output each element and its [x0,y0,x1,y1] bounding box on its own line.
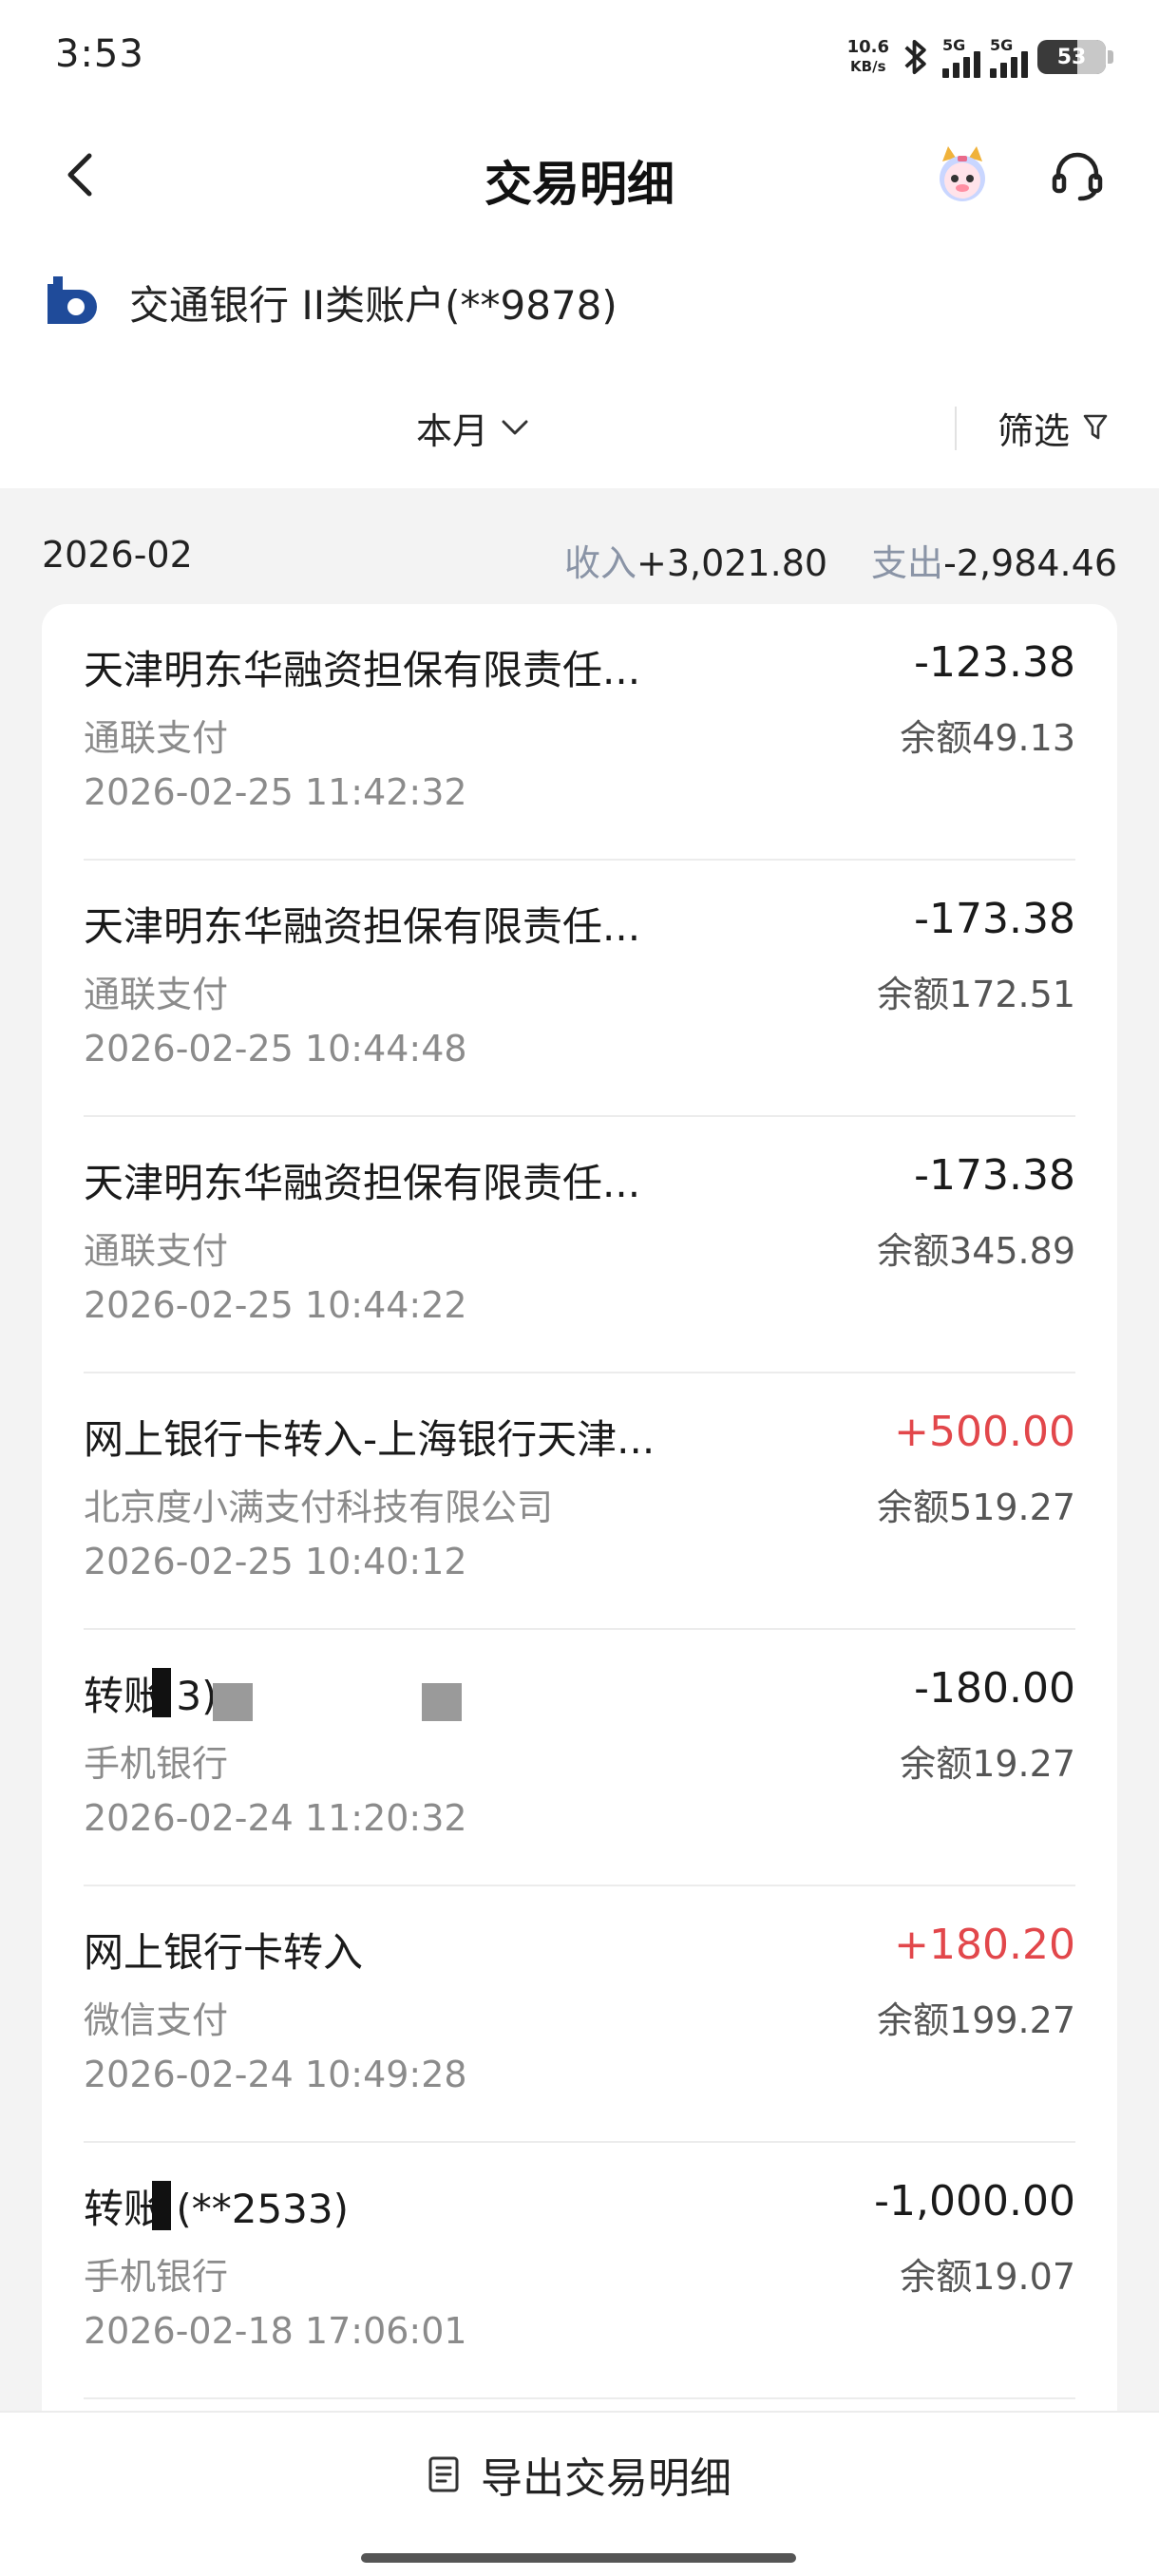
transaction-time: 2026-02-25 11:42:32 [84,771,467,813]
transaction-balance: 余额49.13 [900,717,1075,759]
status-icons: 10.6 KB/s 5G 5G 53 [847,28,1113,85]
income-total: 收入+3,021.80 [564,534,827,586]
transaction-balance: 余额519.27 [877,1487,1075,1528]
bottom-bar: 导出交易明细 [0,2411,1159,2576]
app-header: 交易明细 [0,114,1159,237]
transaction-row[interactable]: 转账 (**2533) -1,000.00 手机银行 余额19.07 2026-… [84,2143,1075,2399]
transaction-amount: +180.20 [894,1921,1075,1969]
transaction-time: 2026-02-25 10:40:12 [84,1541,467,1582]
cellular-signal-2: 5G [990,36,1028,78]
battery-level: 53 [1056,45,1087,69]
month-summary: 2026-02 收入+3,021.80 支出-2,984.46 [0,521,1159,591]
transaction-title: 网上银行卡转入-上海银行天津... [84,1416,656,1463]
headset-icon [1052,152,1103,201]
network-speed-unit: KB/s [850,58,886,75]
transaction-amount: -173.38 [914,1151,1075,1200]
signal-2-label: 5G [990,36,1014,54]
transaction-time: 2026-02-24 11:20:32 [84,1797,467,1839]
income-value: +3,021.80 [636,542,828,584]
transaction-channel: 北京度小满支付科技有限公司 [84,1487,554,1528]
network-speed-value: 10.6 [846,37,889,57]
transaction-balance: 余额19.27 [900,1743,1075,1785]
transaction-channel: 通联支付 [84,974,229,1015]
transaction-balance: 余额172.51 [877,974,1075,1015]
transaction-balance: 余额19.07 [900,2256,1075,2298]
transaction-row[interactable]: 网上银行卡转入-上海银行天津... +500.00 北京度小满支付科技有限公司 … [84,1373,1075,1630]
transaction-title: 网上银行卡转入 [84,1929,364,1976]
transaction-amount: -173.38 [914,895,1075,943]
transaction-channel: 手机银行 [84,2256,229,2298]
chevron-down-icon [502,420,528,435]
transaction-title: 天津明东华融资担保有限责任... [84,1160,641,1206]
cellular-signal-1: 5G [942,36,980,78]
transaction-amount: -1,000.00 [874,2177,1075,2226]
transaction-time: 2026-02-24 10:49:28 [84,2054,467,2095]
status-time: 3:53 [55,32,144,76]
transaction-row[interactable]: 转账 3) -180.00 手机银行 余额19.27 2026-02-24 11… [84,1630,1075,1886]
transaction-amount: +500.00 [894,1408,1075,1456]
expense-value: -2,984.46 [943,542,1117,584]
battery-icon: 53 [1037,40,1113,74]
transaction-amount: -180.00 [914,1664,1075,1713]
network-speed: 10.6 KB/s [847,38,889,76]
transaction-title: 转账 (**2533) [84,2186,350,2232]
funnel-icon [1083,414,1108,440]
redaction-mark [422,1683,462,1721]
account-row[interactable]: 交通银行 II类账户(**9878) [38,268,618,336]
transaction-title: 转账 3) [84,1673,218,1719]
bluetooth-icon [904,39,926,75]
mascot-icon[interactable] [929,141,996,207]
transaction-title: 天津明东华融资担保有限责任... [84,903,641,950]
transaction-channel: 手机银行 [84,1743,229,1785]
document-icon [428,2456,459,2492]
transaction-time: 2026-02-18 17:06:01 [84,2310,467,2352]
transaction-balance: 余额199.27 [877,1999,1075,2041]
transaction-amount: -123.38 [914,638,1075,687]
export-button[interactable]: 导出交易明细 [0,2441,1159,2508]
bank-logo-icon [48,276,97,324]
transaction-row[interactable]: 天津明东华融资担保有限责任... -173.38 通联支付 余额345.89 2… [84,1117,1075,1373]
transaction-list: 天津明东华融资担保有限责任... -123.38 通联支付 余额49.13 20… [42,604,1117,2504]
transaction-channel: 通联支付 [84,1230,229,1272]
transaction-row[interactable]: 天津明东华融资担保有限责任... -123.38 通联支付 余额49.13 20… [84,604,1075,861]
expense-label: 支出 [871,542,944,584]
redaction-mark [152,1668,171,1717]
redaction-mark [152,2181,171,2230]
transaction-balance: 余额345.89 [877,1230,1075,1272]
home-indicator[interactable] [361,2553,796,2563]
export-label: 导出交易明细 [481,2454,732,2503]
period-label: 本月 [416,409,489,452]
summary-totals: 收入+3,021.80 支出-2,984.46 [564,534,1117,586]
filter-button[interactable]: 筛选 [998,397,1108,458]
transaction-channel: 微信支付 [84,1999,229,2041]
transaction-time: 2026-02-25 10:44:22 [84,1284,467,1326]
summary-month: 2026-02 [42,534,193,576]
transaction-row[interactable]: 网上银行卡转入 +180.20 微信支付 余额199.27 2026-02-24… [84,1886,1075,2143]
redaction-mark [213,1683,253,1721]
transaction-row[interactable]: 天津明东华融资担保有限责任... -173.38 通联支付 余额172.51 2… [84,861,1075,1117]
filter-row: 本月 筛选 [0,389,1159,465]
customer-service-button[interactable] [1043,141,1112,209]
account-name: 交通银行 II类账户(**9878) [129,281,618,329]
filter-divider [955,407,957,450]
status-bar: 3:53 10.6 KB/s 5G 5G 53 [0,0,1159,114]
transaction-title: 天津明东华融资担保有限责任... [84,647,641,693]
transaction-time: 2026-02-25 10:44:48 [84,1028,467,1070]
filter-label: 筛选 [998,409,1071,452]
expense-total: 支出-2,984.46 [871,534,1117,586]
transaction-channel: 通联支付 [84,717,229,759]
income-label: 收入 [563,542,636,584]
period-dropdown[interactable]: 本月 [416,397,528,458]
signal-1-label: 5G [942,36,966,54]
